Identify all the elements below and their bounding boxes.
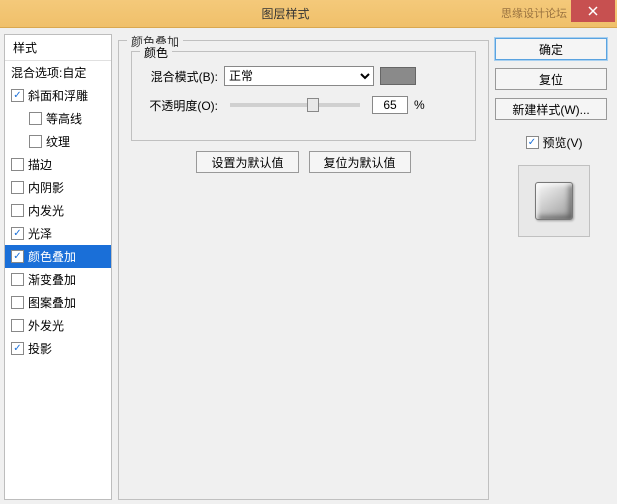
style-item-label: 内发光 bbox=[28, 202, 64, 219]
style-item[interactable]: 光泽 bbox=[5, 222, 111, 245]
window-title: 图层样式 bbox=[0, 5, 571, 22]
style-list-header: 样式 bbox=[5, 35, 111, 61]
style-item[interactable]: 描边 bbox=[5, 153, 111, 176]
close-icon bbox=[588, 6, 598, 16]
color-swatch[interactable] bbox=[380, 67, 416, 85]
blend-mode-row: 混合模式(B): 正常 bbox=[144, 66, 463, 86]
style-item[interactable]: 纹理 bbox=[5, 130, 111, 153]
color-subgroup: 颜色 混合模式(B): 正常 不透明度(O): % bbox=[131, 51, 476, 141]
ok-button[interactable]: 确定 bbox=[495, 38, 607, 60]
preview-label: 预览(V) bbox=[543, 134, 583, 151]
style-checkbox[interactable] bbox=[29, 112, 42, 125]
style-item[interactable]: 渐变叠加 bbox=[5, 268, 111, 291]
style-checkbox[interactable] bbox=[11, 342, 24, 355]
opacity-row: 不透明度(O): % bbox=[144, 96, 463, 114]
style-item-label: 斜面和浮雕 bbox=[28, 87, 88, 104]
preview-swatch-icon bbox=[535, 182, 573, 220]
close-button[interactable] bbox=[571, 0, 615, 22]
style-item[interactable]: 内发光 bbox=[5, 199, 111, 222]
preview-row[interactable]: 预览(V) bbox=[495, 134, 613, 151]
style-checkbox[interactable] bbox=[11, 296, 24, 309]
style-checkbox[interactable] bbox=[11, 158, 24, 171]
style-item[interactable]: 内阴影 bbox=[5, 176, 111, 199]
blend-options-label: 混合选项:自定 bbox=[11, 64, 86, 81]
style-item-label: 外发光 bbox=[28, 317, 64, 334]
titlebar: 图层样式 思缘设计论坛 bbox=[0, 0, 617, 28]
slider-thumb[interactable] bbox=[307, 98, 319, 112]
opacity-label: 不透明度(O): bbox=[144, 97, 218, 114]
set-default-button[interactable]: 设置为默认值 bbox=[196, 151, 298, 173]
style-checkbox[interactable] bbox=[11, 204, 24, 217]
style-item-label: 等高线 bbox=[46, 110, 82, 127]
style-item-label: 描边 bbox=[28, 156, 52, 173]
style-item[interactable]: 斜面和浮雕 bbox=[5, 84, 111, 107]
dialog-body: 样式 混合选项:自定 斜面和浮雕等高线纹理描边内阴影内发光光泽颜色叠加渐变叠加图… bbox=[0, 28, 617, 504]
cancel-button[interactable]: 复位 bbox=[495, 68, 607, 90]
default-buttons-row: 设置为默认值 复位为默认值 bbox=[131, 151, 476, 173]
style-item[interactable]: 等高线 bbox=[5, 107, 111, 130]
style-item[interactable]: 颜色叠加 bbox=[5, 245, 111, 268]
preview-thumbnail bbox=[518, 165, 590, 237]
style-item-label: 光泽 bbox=[28, 225, 52, 242]
watermark-text: 思缘设计论坛 bbox=[501, 0, 567, 28]
style-item[interactable]: 投影 bbox=[5, 337, 111, 360]
style-item-label: 纹理 bbox=[46, 133, 70, 150]
center-panel: 颜色叠加 颜色 混合模式(B): 正常 不透明度(O): % bbox=[118, 34, 489, 500]
style-item[interactable]: 图案叠加 bbox=[5, 291, 111, 314]
style-item-label: 投影 bbox=[28, 340, 52, 357]
blend-mode-select[interactable]: 正常 bbox=[224, 66, 374, 86]
style-list-panel: 样式 混合选项:自定 斜面和浮雕等高线纹理描边内阴影内发光光泽颜色叠加渐变叠加图… bbox=[4, 34, 112, 500]
opacity-input[interactable] bbox=[372, 96, 408, 114]
subgroup-legend: 颜色 bbox=[140, 44, 172, 61]
style-checkbox[interactable] bbox=[11, 319, 24, 332]
opacity-unit: % bbox=[414, 98, 425, 112]
blend-mode-label: 混合模式(B): bbox=[144, 68, 218, 85]
right-panel: 确定 复位 新建样式(W)... 预览(V) bbox=[495, 34, 613, 500]
blend-options-row[interactable]: 混合选项:自定 bbox=[5, 61, 111, 84]
style-checkbox[interactable] bbox=[11, 250, 24, 263]
style-checkbox[interactable] bbox=[11, 273, 24, 286]
style-checkbox[interactable] bbox=[29, 135, 42, 148]
style-checkbox[interactable] bbox=[11, 227, 24, 240]
color-overlay-group: 颜色叠加 颜色 混合模式(B): 正常 不透明度(O): % bbox=[118, 40, 489, 500]
style-item-label: 颜色叠加 bbox=[28, 248, 76, 265]
reset-default-button[interactable]: 复位为默认值 bbox=[309, 151, 411, 173]
style-item-label: 渐变叠加 bbox=[28, 271, 76, 288]
style-item-label: 图案叠加 bbox=[28, 294, 76, 311]
new-style-button[interactable]: 新建样式(W)... bbox=[495, 98, 607, 120]
opacity-slider[interactable] bbox=[230, 103, 360, 107]
preview-checkbox[interactable] bbox=[526, 136, 539, 149]
style-item[interactable]: 外发光 bbox=[5, 314, 111, 337]
style-checkbox[interactable] bbox=[11, 181, 24, 194]
style-item-label: 内阴影 bbox=[28, 179, 64, 196]
style-checkbox[interactable] bbox=[11, 89, 24, 102]
